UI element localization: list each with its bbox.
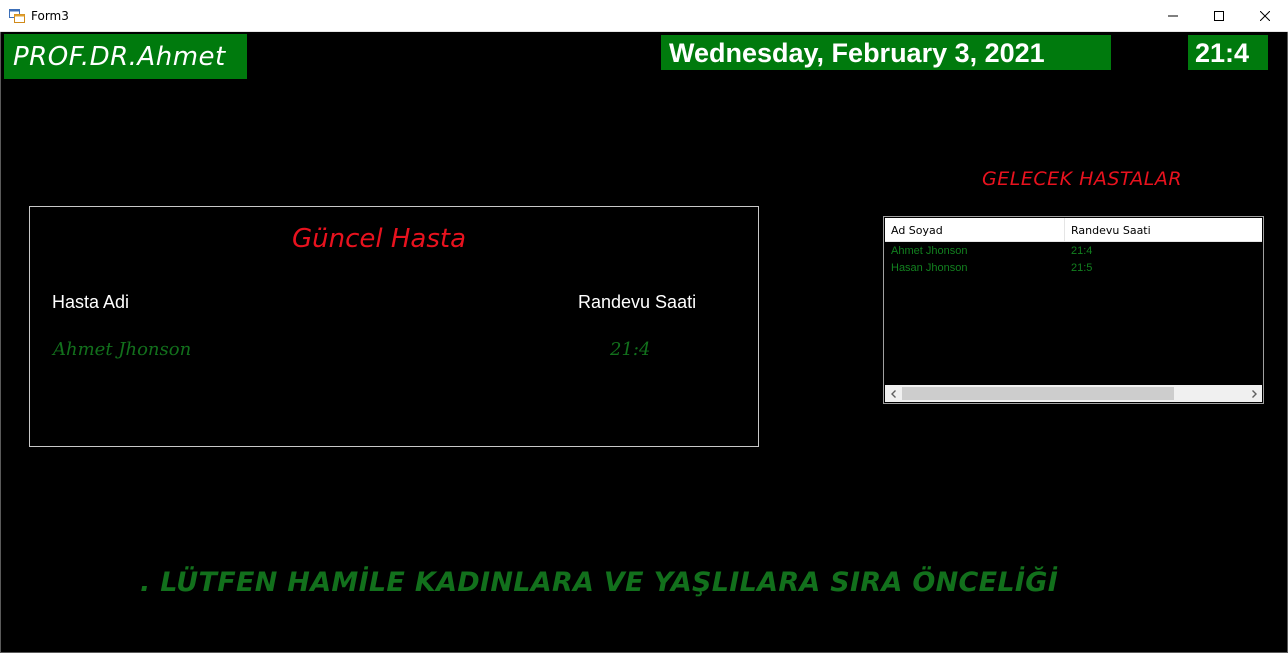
listview-header: Ad Soyad Randevu Saati bbox=[885, 218, 1262, 242]
list-item-time: 21:5 bbox=[1071, 262, 1093, 274]
appointment-time-header: Randevu Saati bbox=[578, 292, 697, 312]
scrollbar-thumb[interactable] bbox=[902, 387, 1174, 400]
upcoming-patients-title: GELECEK HASTALAR bbox=[982, 168, 1183, 190]
column-header-name[interactable]: Ad Soyad bbox=[885, 218, 1065, 242]
doctor-name-label: PROF.DR.Ahmet bbox=[4, 34, 247, 79]
list-item-name: Ahmet Jhonson bbox=[891, 245, 968, 257]
minimize-button[interactable] bbox=[1150, 0, 1196, 32]
minimize-icon bbox=[1168, 15, 1178, 17]
chevron-right-icon bbox=[1251, 389, 1257, 398]
maximize-icon bbox=[1214, 11, 1224, 21]
clock-label: 21:4 bbox=[1188, 35, 1268, 70]
upcoming-patients-listview[interactable]: Ad Soyad Randevu Saati Ahmet Jhonson 21:… bbox=[883, 216, 1264, 404]
form-client-area: PROF.DR.Ahmet Wednesday, February 3, 202… bbox=[0, 32, 1288, 653]
chevron-left-icon bbox=[890, 389, 896, 398]
maximize-button[interactable] bbox=[1196, 0, 1242, 32]
column-header-time[interactable]: Randevu Saati bbox=[1065, 218, 1262, 242]
close-icon bbox=[1260, 11, 1270, 21]
form-app-icon[interactable] bbox=[9, 8, 25, 24]
date-label: Wednesday, February 3, 2021 bbox=[661, 35, 1111, 70]
window-title: Form3 bbox=[31, 9, 69, 23]
current-patient-panel: Güncel Hasta Hasta Adi Randevu Saati Ahm… bbox=[29, 206, 759, 447]
close-button[interactable] bbox=[1242, 0, 1288, 32]
patient-name-header: Hasta Adi bbox=[52, 292, 130, 312]
current-patient-title: Güncel Hasta bbox=[292, 224, 467, 254]
priority-notice-label: . LÜTFEN HAMİLE KADINLARA VE YAŞLILARA S… bbox=[140, 567, 1059, 598]
list-item-time: 21:4 bbox=[1071, 245, 1093, 257]
list-item[interactable]: Hasan Jhonson 21:5 bbox=[885, 260, 1262, 277]
scroll-right-button[interactable] bbox=[1245, 385, 1262, 402]
current-patient-name: Ahmet Jhonson bbox=[53, 339, 192, 360]
listview-rows: Ahmet Jhonson 21:4 Hasan Jhonson 21:5 bbox=[885, 243, 1262, 277]
window-titlebar: Form3 bbox=[0, 0, 1288, 32]
current-appointment-time: 21:4 bbox=[610, 339, 651, 360]
list-item[interactable]: Ahmet Jhonson 21:4 bbox=[885, 243, 1262, 260]
horizontal-scrollbar[interactable] bbox=[885, 385, 1262, 402]
scroll-left-button[interactable] bbox=[885, 385, 902, 402]
list-item-name: Hasan Jhonson bbox=[891, 262, 968, 274]
